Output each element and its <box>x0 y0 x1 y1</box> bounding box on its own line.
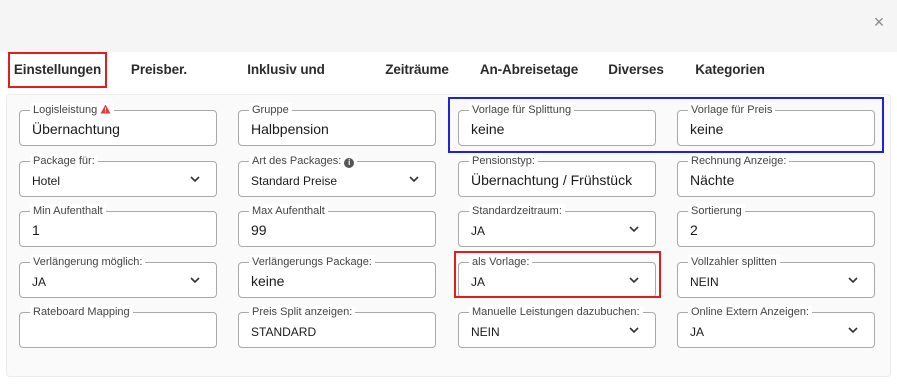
field-value: JA <box>690 325 705 339</box>
field-label: Pensionstyp: <box>469 154 538 168</box>
field-value: keine <box>251 273 285 289</box>
field-label: Preis Split anzeigen: <box>249 305 356 319</box>
package-fuer-select[interactable]: Package für: Hotel <box>19 154 217 197</box>
rateboard-mapping-input[interactable]: Rateboard Mapping <box>19 305 217 348</box>
vorlage-splittung-field[interactable]: Vorlage für Splittung keine <box>458 103 656 146</box>
verlaengerung-moeglich-select[interactable]: Verlängerung möglich: JA <box>19 255 217 298</box>
min-aufenthalt-input[interactable]: Min Aufenthalt 1 <box>19 204 217 247</box>
field-label: Gruppe <box>249 103 292 117</box>
field-value: 2 <box>690 222 698 238</box>
tab-kategorien[interactable]: Kategorien <box>688 52 772 88</box>
field-value: NEIN <box>690 275 719 289</box>
field-value: NEIN <box>471 325 500 339</box>
field-label: Vorlage für Preis <box>688 103 776 117</box>
field-label: Rateboard Mapping <box>30 305 133 319</box>
field-value: JA <box>32 275 47 289</box>
pensionstyp-field[interactable]: Pensionstyp: Übernachtung / Frühstück <box>458 154 656 197</box>
rechnung-anzeige-field[interactable]: Rechnung Anzeige: Nächte <box>677 154 875 197</box>
sortierung-input[interactable]: Sortierung 2 <box>677 204 875 247</box>
preis-split-anzeigen-select[interactable]: Preis Split anzeigen: STANDARD <box>238 305 436 348</box>
manuelle-leistungen-select[interactable]: Manuelle Leistungen dazubuchen: NEIN <box>458 305 656 348</box>
chevron-down-icon <box>629 327 639 334</box>
standardzeitraum-select[interactable]: Standardzeitraum: JA <box>458 204 656 247</box>
als-vorlage-select[interactable]: als Vorlage: JA <box>458 255 656 298</box>
field-label: Max Aufenthalt <box>249 204 328 218</box>
field-label: Standardzeitraum: <box>469 204 565 218</box>
field-label: Rechnung Anzeige: <box>688 154 790 168</box>
field-label: Manuelle Leistungen dazubuchen: <box>469 305 643 319</box>
field-value: STANDARD <box>251 325 317 339</box>
field-value: keine <box>471 121 505 137</box>
field-value: JA <box>471 275 486 289</box>
dialog-header: × <box>0 0 897 52</box>
warning-icon <box>100 104 111 114</box>
field-label: Vollzahler splitten <box>688 255 780 269</box>
art-des-packages-select[interactable]: Art des Packages: i Standard Preise <box>238 154 436 197</box>
verlaengerungs-package-field[interactable]: Verlängerungs Package: keine <box>238 255 436 298</box>
chevron-down-icon <box>629 226 639 233</box>
tab-diverses[interactable]: Diverses <box>601 52 671 88</box>
field-value: Übernachtung <box>32 121 120 137</box>
field-value: Halbpension <box>251 121 329 137</box>
gruppe-field[interactable]: Gruppe Halbpension <box>238 103 436 146</box>
chevron-down-icon <box>190 277 200 284</box>
field-label: Min Aufenthalt <box>30 204 106 218</box>
field-label: Art des Packages: i <box>249 154 358 168</box>
online-extern-anzeigen-select[interactable]: Online Extern Anzeigen: JA <box>677 305 875 348</box>
field-label: Online Extern Anzeigen: <box>688 305 813 319</box>
field-value: Hotel <box>32 174 61 188</box>
field-label: Sortierung <box>688 204 745 218</box>
field-label: Verlängerung möglich: <box>30 255 146 269</box>
tab-bar: Einstellungen Preisber. Inklusiv und Abs… <box>0 52 897 113</box>
close-icon[interactable]: × <box>870 13 888 31</box>
field-label: Vorlage für Splittung <box>469 103 575 117</box>
field-value: Übernachtung / Frühstück <box>471 172 633 188</box>
chevron-down-icon <box>409 176 419 183</box>
tab-preisber[interactable]: Preisber. <box>125 52 193 88</box>
field-value: 1 <box>32 222 40 238</box>
field-label: als Vorlage: <box>469 255 533 269</box>
field-value: Nächte <box>690 172 735 188</box>
vorlage-preis-field[interactable]: Vorlage für Preis keine <box>677 103 875 146</box>
field-value: 99 <box>251 222 267 238</box>
field-label: Package für: <box>30 154 98 168</box>
field-label: Logisleistung <box>30 103 115 117</box>
field-value: JA <box>471 224 486 238</box>
chevron-down-icon <box>629 277 639 284</box>
tab-zeitraeume[interactable]: Zeiträume <box>378 52 456 88</box>
field-value: keine <box>690 121 724 137</box>
tab-inklusiv-und-abschlaege[interactable]: Inklusiv und Abschläge <box>212 52 360 113</box>
chevron-down-icon <box>848 277 858 284</box>
chevron-down-icon <box>848 327 858 334</box>
field-value: Standard Preise <box>251 174 338 188</box>
field-label: Verlängerungs Package: <box>249 255 375 269</box>
info-icon: i <box>344 158 355 168</box>
vollzahler-splitten-select[interactable]: Vollzahler splitten NEIN <box>677 255 875 298</box>
tab-einstellungen[interactable]: Einstellungen <box>8 52 107 88</box>
chevron-down-icon <box>190 176 200 183</box>
max-aufenthalt-input[interactable]: Max Aufenthalt 99 <box>238 204 436 247</box>
tab-an-abreisetage[interactable]: An-Abreisetage <box>474 52 584 88</box>
logisleistung-field[interactable]: Logisleistung Übernachtung <box>19 103 217 146</box>
